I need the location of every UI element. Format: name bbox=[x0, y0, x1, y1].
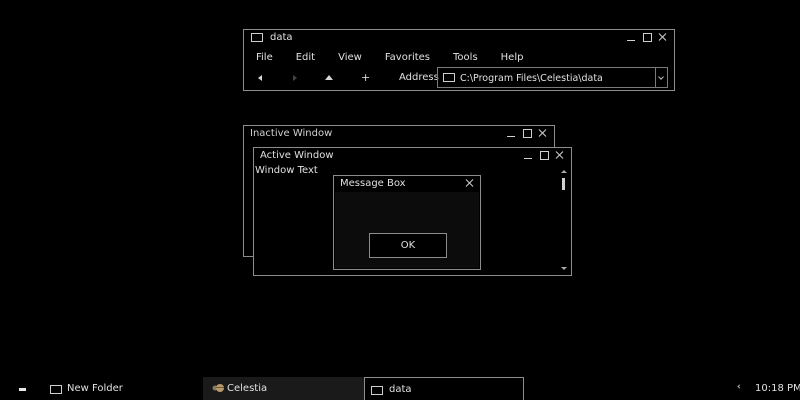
close-icon[interactable] bbox=[555, 150, 565, 160]
address-value[interactable]: C:\Program Files\Celestia\data bbox=[460, 73, 603, 84]
menu-tools[interactable]: Tools bbox=[453, 52, 478, 63]
new-folder-icon[interactable]: + bbox=[361, 71, 370, 84]
taskbar-item-celestia[interactable]: Celestia bbox=[203, 377, 364, 400]
window-text: Window Text bbox=[255, 165, 318, 176]
chevron-down-icon[interactable] bbox=[655, 68, 667, 87]
taskbar-item-label: New Folder bbox=[67, 383, 123, 394]
close-icon[interactable] bbox=[538, 128, 548, 138]
back-icon[interactable] bbox=[258, 75, 262, 81]
taskbar-item-data[interactable]: data bbox=[364, 377, 524, 400]
explorer-titlebar[interactable]: data bbox=[244, 30, 674, 46]
minimize-icon[interactable] bbox=[506, 128, 516, 138]
window-controls bbox=[626, 32, 668, 42]
planet-icon bbox=[212, 384, 224, 392]
window-icon bbox=[251, 33, 263, 42]
clock[interactable]: 10:18 PM bbox=[755, 383, 800, 394]
address-label: Address bbox=[399, 72, 439, 83]
forward-icon[interactable] bbox=[293, 75, 297, 81]
window-controls bbox=[506, 128, 548, 138]
explorer-window[interactable]: data File Edit View Favorites Tools Help… bbox=[243, 29, 675, 91]
scroll-up-icon[interactable] bbox=[561, 170, 567, 173]
active-titlebar[interactable]: Active Window bbox=[254, 148, 571, 164]
scroll-down-icon[interactable] bbox=[561, 267, 567, 270]
menu-help[interactable]: Help bbox=[501, 52, 524, 63]
scroll-thumb[interactable] bbox=[562, 178, 565, 190]
folder-icon bbox=[443, 73, 455, 82]
window-controls bbox=[523, 150, 565, 160]
message-box-titlebar[interactable]: Message Box bbox=[334, 176, 480, 192]
minimize-icon[interactable] bbox=[626, 32, 636, 42]
taskbar-item-label: data bbox=[389, 384, 412, 395]
explorer-title: data bbox=[270, 32, 293, 43]
taskbar-item-new-folder[interactable]: New Folder bbox=[45, 377, 200, 400]
window-icon bbox=[371, 386, 383, 395]
maximize-icon[interactable] bbox=[522, 128, 532, 138]
menu-edit[interactable]: Edit bbox=[296, 52, 315, 63]
start-button[interactable] bbox=[19, 388, 26, 391]
message-box-body: OK bbox=[335, 192, 479, 268]
maximize-icon[interactable] bbox=[642, 32, 652, 42]
address-bar[interactable]: C:\Program Files\Celestia\data bbox=[437, 67, 668, 88]
close-icon[interactable] bbox=[465, 178, 475, 188]
window-controls bbox=[465, 178, 475, 188]
up-folder-icon[interactable] bbox=[325, 75, 333, 80]
message-box-title: Message Box bbox=[340, 178, 406, 189]
inactive-titlebar[interactable]: Inactive Window bbox=[244, 126, 554, 142]
menu-file[interactable]: File bbox=[256, 52, 273, 63]
menu-view[interactable]: View bbox=[338, 52, 362, 63]
tray-expand-icon[interactable] bbox=[737, 384, 742, 389]
minimize-icon[interactable] bbox=[523, 150, 533, 160]
message-box[interactable]: Message Box OK bbox=[333, 175, 481, 270]
inactive-window-title: Inactive Window bbox=[250, 128, 333, 139]
maximize-icon[interactable] bbox=[539, 150, 549, 160]
menu-favorites[interactable]: Favorites bbox=[385, 52, 430, 63]
active-window-title: Active Window bbox=[260, 150, 334, 161]
taskbar-item-label: Celestia bbox=[227, 383, 268, 394]
window-icon bbox=[50, 385, 62, 394]
ok-button[interactable]: OK bbox=[369, 233, 447, 258]
vertical-scrollbar[interactable] bbox=[560, 168, 568, 272]
close-icon[interactable] bbox=[658, 32, 668, 42]
taskbar: New Folder Celestia data 10:18 PM bbox=[0, 377, 800, 400]
menu-bar: File Edit View Favorites Tools Help bbox=[256, 52, 523, 63]
